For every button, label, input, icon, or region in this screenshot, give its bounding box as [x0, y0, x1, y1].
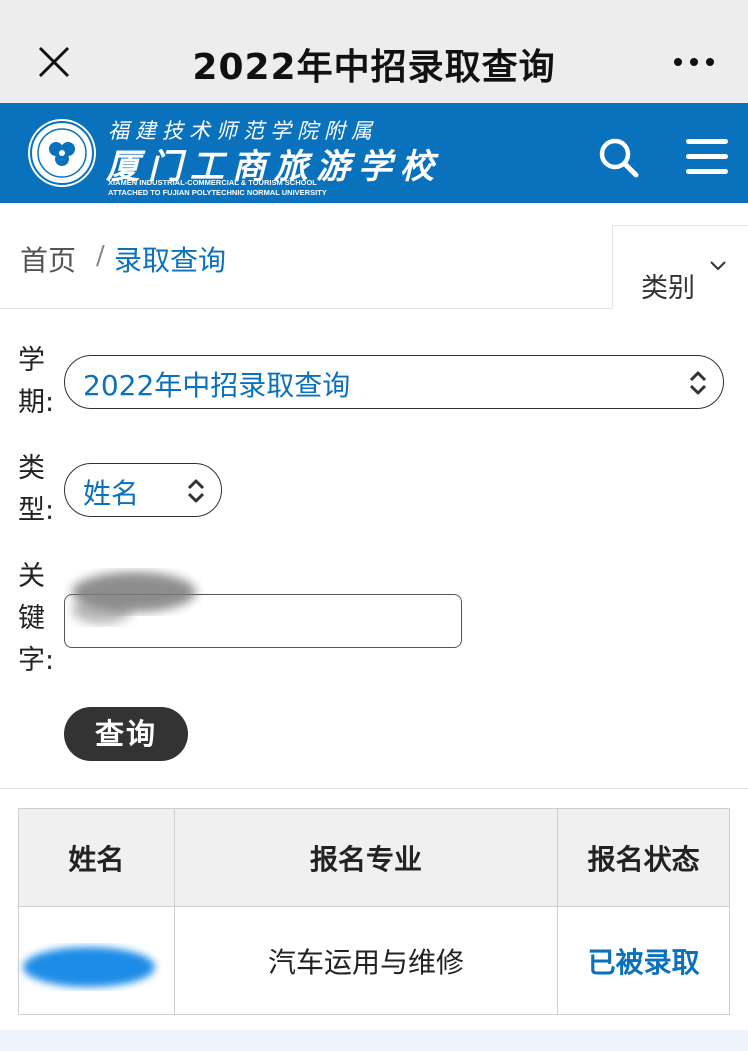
column-header-name: 姓名	[18, 808, 175, 907]
term-select[interactable]: 2022年中招录取查询	[64, 355, 724, 409]
school-logo[interactable]	[28, 119, 96, 187]
type-label: 类型:	[18, 453, 55, 526]
cell-major: 汽车运用与维修	[173, 906, 559, 1015]
term-select-value: 2022年中招录取查询	[83, 369, 351, 402]
breadcrumb: 首页 / 录取查询 类别	[0, 203, 748, 309]
select-arrows-icon	[689, 371, 707, 395]
query-button[interactable]: 查询	[64, 707, 188, 761]
chevron-down-icon	[710, 261, 726, 271]
keyword-label: 关键字:	[18, 561, 55, 676]
breadcrumb-separator: /	[96, 241, 105, 271]
divider	[0, 788, 748, 789]
column-header-major: 报名专业	[173, 808, 559, 907]
school-english-name-2: ATTACHED TO FUJIAN POLYTECHNIC NORMAL UN…	[108, 188, 327, 197]
type-select-value: 姓名	[83, 477, 140, 510]
term-label: 学期:	[18, 345, 55, 418]
school-english-name-1: XIAMEN INDUSTRIAL-COMMERCIAL & TOURISM S…	[108, 178, 317, 187]
redaction-blur	[72, 572, 196, 624]
category-label: 类别	[641, 273, 695, 304]
category-dropdown[interactable]: 类别	[612, 225, 748, 309]
footer-band	[0, 1030, 748, 1051]
breadcrumb-current[interactable]: 录取查询	[114, 239, 226, 279]
cell-name	[18, 906, 175, 1015]
cell-status: 已被录取	[557, 906, 730, 1015]
more-icon[interactable]	[672, 46, 716, 76]
table-row: 汽车运用与维修 已被录取	[18, 906, 730, 1015]
redaction-blur	[23, 947, 155, 987]
wechat-top-bar: 2022年中招录取查询	[0, 0, 748, 103]
select-arrows-icon	[187, 479, 205, 503]
search-icon[interactable]	[596, 135, 640, 179]
page-title: 2022年中招录取查询	[192, 47, 556, 88]
column-header-status: 报名状态	[557, 808, 730, 907]
school-header: 福建技术师范学院附属 厦门工商旅游学校 XIAMEN INDUSTRIAL-CO…	[0, 103, 748, 203]
breadcrumb-home[interactable]: 首页	[20, 239, 76, 279]
table-header-row: 姓名 报名专业 报名状态	[18, 808, 730, 907]
results-table: 姓名 报名专业 报名状态 汽车运用与维修 已被录取	[18, 808, 730, 1015]
menu-icon[interactable]	[684, 137, 730, 177]
type-select[interactable]: 姓名	[64, 463, 222, 517]
